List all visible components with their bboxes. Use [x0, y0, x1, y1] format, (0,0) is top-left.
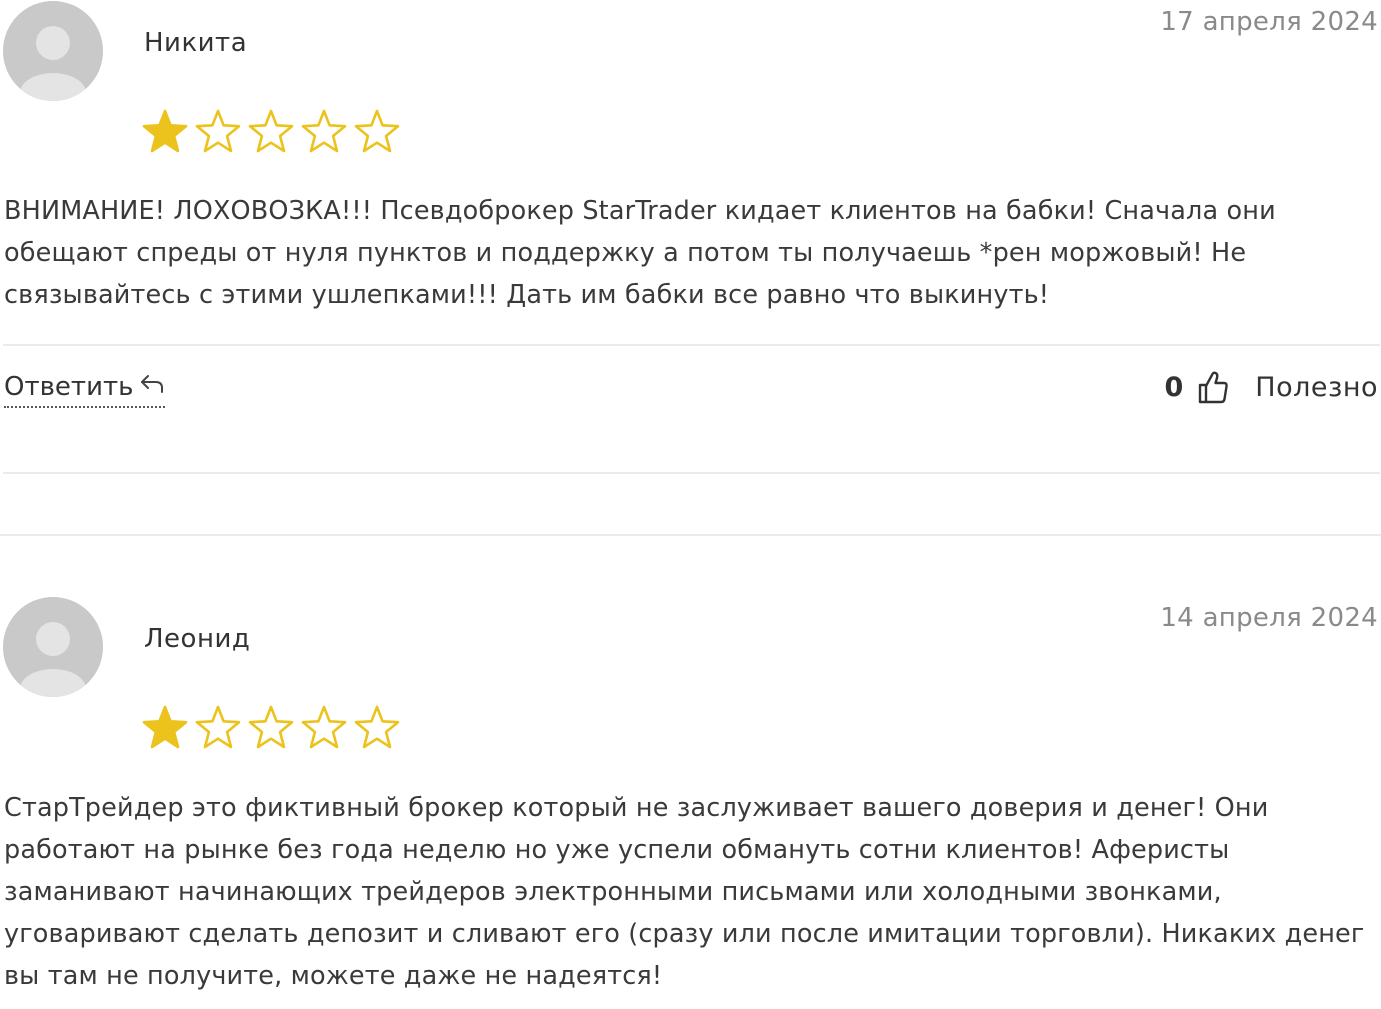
star-rating [141, 108, 401, 154]
author-name: Никита [144, 28, 248, 58]
star-rating [141, 704, 401, 750]
star-outline-icon [353, 108, 401, 154]
helpful-count: 0 [1164, 371, 1184, 403]
avatar [3, 1, 103, 101]
helpful-label: Полезно [1255, 371, 1378, 403]
review-date: 17 апреля 2024 [1160, 7, 1378, 37]
star-outline-icon [247, 108, 295, 154]
helpful-section: 0 Полезно [1164, 370, 1378, 404]
review-text: ВНИМАНИЕ! ЛОХОВОЗКА!!! Псевдоброкер Star… [4, 196, 1276, 310]
review-card: Никита 17 апреля 2024 ВНИМАНИЕ! ЛОХОВОЗК… [0, 0, 1381, 480]
user-silhouette-icon [3, 597, 103, 697]
user-silhouette-icon [3, 1, 103, 101]
reply-button[interactable]: Ответить [4, 372, 166, 408]
thumbs-up-icon[interactable] [1197, 370, 1229, 404]
star-outline-icon [247, 704, 295, 750]
star-outline-icon [300, 704, 348, 750]
divider [3, 344, 1380, 346]
divider [3, 472, 1380, 474]
star-outline-icon [300, 108, 348, 154]
avatar [3, 597, 103, 697]
review-text: СтарТрейдер это фиктивный брокер который… [4, 793, 1365, 991]
review-date: 14 апреля 2024 [1160, 603, 1378, 633]
review-card: Леонид 14 апреля 2024 СтарТрейдер это фи… [0, 596, 1381, 1009]
reply-arrow-icon [139, 372, 165, 402]
author-name: Леонид [144, 624, 251, 654]
star-filled-icon [141, 108, 189, 154]
section-divider [0, 534, 1381, 536]
star-filled-icon [141, 704, 189, 750]
star-outline-icon [194, 704, 242, 750]
star-outline-icon [194, 108, 242, 154]
reply-label: Ответить [4, 372, 134, 402]
star-outline-icon [353, 704, 401, 750]
